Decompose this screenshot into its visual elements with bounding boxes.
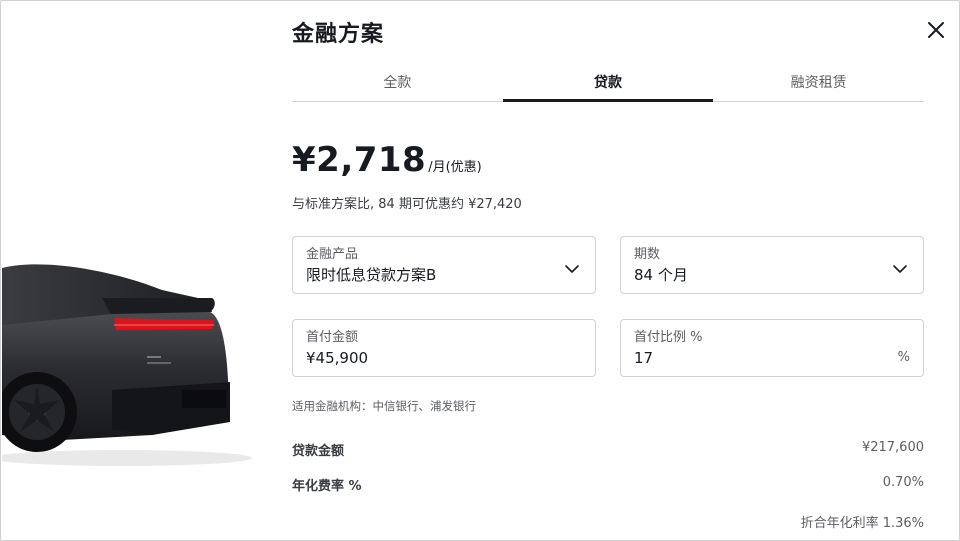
finance-product-select[interactable]: 金融产品 限时低息贷款方案B: [292, 236, 596, 294]
savings-comparison: 与标准方案比, 84 期可优惠约 ¥27,420: [292, 197, 522, 212]
price-suffix: /月(优惠): [428, 160, 482, 175]
down-payment-input[interactable]: [306, 347, 506, 369]
payment-tabs: 全款 贷款 融资租赁: [292, 66, 924, 102]
down-ratio-field[interactable]: 首付比例 % %: [620, 319, 924, 377]
down-ratio-input[interactable]: [634, 347, 834, 369]
tab-cash[interactable]: 全款: [292, 66, 503, 101]
rate-value: 0.70%: [882, 475, 924, 490]
banks-note: 适用金融机构：中信银行、浦发银行: [292, 399, 476, 413]
term-value: 84 个月: [634, 266, 688, 284]
down-payment-label: 首付金额: [306, 330, 359, 345]
chevron-down-icon: [565, 265, 579, 273]
term-label: 期数: [634, 247, 661, 262]
rate-label: 年化费率 %: [292, 479, 362, 494]
loan-amount-value: ¥217,600: [861, 440, 924, 455]
term-select[interactable]: 期数 84 个月: [620, 236, 924, 294]
down-payment-field[interactable]: 首付金额: [292, 319, 596, 377]
down-ratio-label: 首付比例 %: [634, 330, 703, 345]
monthly-price: ¥2,718: [292, 140, 427, 180]
percent-unit: %: [897, 350, 910, 365]
page-title: 金融方案: [292, 22, 385, 47]
loan-amount-row: 贷款金额 ¥217,600: [292, 440, 924, 459]
monthly-price-row: ¥2,718 /月(优惠): [292, 140, 482, 180]
tab-loan[interactable]: 贷款: [502, 66, 714, 102]
chevron-down-icon: [893, 265, 907, 273]
car-image: [2, 230, 252, 466]
finance-product-label: 金融产品: [306, 247, 359, 262]
rate-row: 年化费率 % 0.70%: [292, 475, 924, 494]
apr-note: 折合年化利率 1.36%: [800, 516, 924, 531]
tab-lease[interactable]: 融资租赁: [713, 66, 924, 101]
finance-product-value: 限时低息贷款方案B: [306, 266, 437, 284]
apr-row: 折合年化利率 1.36%: [292, 512, 924, 531]
loan-amount-label: 贷款金额: [292, 444, 345, 459]
close-icon[interactable]: [924, 18, 948, 42]
